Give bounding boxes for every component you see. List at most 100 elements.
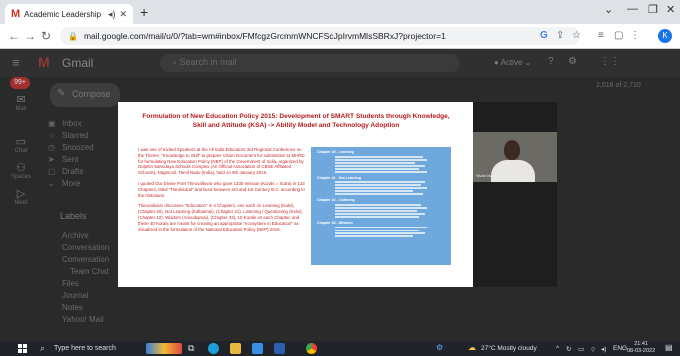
tab-search-chevron-icon[interactable]: ⌄ xyxy=(604,3,613,16)
side-panel-icon[interactable]: ▢ xyxy=(614,30,623,41)
label-item[interactable]: Conversation xyxy=(62,243,109,252)
task-view-icon[interactable]: ⧉ xyxy=(188,343,194,354)
label-text: Conversation xyxy=(62,255,110,264)
word-app-icon[interactable] xyxy=(274,343,285,354)
rail-label: Mail xyxy=(15,106,27,112)
news-widget-icon[interactable] xyxy=(146,343,182,354)
label-text: Notes xyxy=(62,303,83,312)
browser-tab-bar: M Academic Leadership 5.0 Ai ◂) ✕ + ⌄ — … xyxy=(0,0,680,24)
chrome-browser-icon[interactable] xyxy=(306,343,317,354)
label-item[interactable]: Notes xyxy=(62,303,83,312)
folder-inbox[interactable]: ▣ Inbox xyxy=(48,119,82,128)
file-explorer-icon[interactable] xyxy=(230,343,241,354)
kural-line xyxy=(335,184,421,187)
main-menu-icon[interactable]: ≡ xyxy=(12,55,20,70)
kural-line xyxy=(335,170,427,173)
compose-label: Compose xyxy=(72,89,111,99)
notifications-icon[interactable]: ▤ xyxy=(665,343,673,352)
folder-sent[interactable]: ➤ Sent xyxy=(48,155,79,164)
gmail-search-placeholder: Search in mail xyxy=(179,57,237,67)
folder-snoozed[interactable]: ◷ Snoozed xyxy=(48,143,94,152)
kural-heading: Chapter 41 - Not Learning xyxy=(317,175,361,180)
address-bar[interactable]: 🔒 mail.google.com/mail/u/0/?tab=wm#inbox… xyxy=(60,27,580,45)
edge-browser-icon[interactable] xyxy=(208,343,219,354)
rail-spaces[interactable]: ⚇ Spaces xyxy=(6,161,36,180)
chevron-down-icon: ⌄ xyxy=(48,179,55,188)
audio-playing-icon[interactable]: ◂) xyxy=(108,9,116,20)
label-item[interactable]: Files xyxy=(62,279,79,288)
folder-more[interactable]: ⌄ More xyxy=(48,179,80,188)
gmail-nav-rail: ✉ Mail ▭ Chat ⚇ Spaces ▷ Meet xyxy=(0,77,44,341)
bookmark-star-icon[interactable]: ☆ xyxy=(572,30,581,41)
status-active[interactable]: ● Active ⌄ xyxy=(494,58,531,67)
volume-icon[interactable]: ◂) xyxy=(601,345,606,353)
tab-gmail[interactable]: M Academic Leadership 5.0 Ai ◂) ✕ xyxy=(5,4,133,24)
tray-chevron-up-icon[interactable]: ^ xyxy=(556,345,559,352)
gmail-logo-icon: M xyxy=(38,54,50,70)
settings-gear-icon[interactable]: ⚙ xyxy=(568,56,577,67)
close-tab-icon[interactable]: ✕ xyxy=(119,9,127,20)
label-item[interactable]: Journal xyxy=(62,291,88,300)
send-icon: ➤ xyxy=(48,155,55,164)
kural-heading: Chapter 42 - Listening xyxy=(317,198,355,203)
back-icon[interactable]: ← xyxy=(8,29,20,43)
windows-start-icon[interactable] xyxy=(18,344,27,353)
extensions-icon[interactable]: ≡ xyxy=(598,30,604,41)
compose-button[interactable]: ✎ Compose xyxy=(50,83,120,107)
google-lens-icon[interactable]: G xyxy=(540,30,548,41)
maximize-icon[interactable]: ❐ xyxy=(648,3,658,16)
apps-grid-icon[interactable]: ⋮⋮ xyxy=(600,56,620,67)
minimize-icon[interactable]: — xyxy=(627,3,638,15)
taskbar-search[interactable]: ⌕ Type here to search xyxy=(36,342,134,355)
rail-mail[interactable]: ✉ Mail xyxy=(6,93,36,112)
star-icon: ☆ xyxy=(48,131,56,140)
kural-line xyxy=(335,190,413,193)
wifi-icon[interactable]: ⌔ xyxy=(590,345,596,354)
draft-icon: ▢ xyxy=(48,167,56,176)
pagination-count: 2,016 of 2,710 xyxy=(596,82,641,89)
folder-starred[interactable]: ☆ Starred xyxy=(48,131,88,140)
search-icon: ⌕ xyxy=(172,57,180,67)
gmail-search-input[interactable]: ⌕ Search in mail xyxy=(160,54,460,72)
kural-line xyxy=(335,181,425,184)
kural-line xyxy=(335,229,419,232)
windows-taskbar: ⌕ Type here to search ⧉ ⚙ ☁ 27°C Mostly … xyxy=(0,341,680,356)
label-item[interactable]: Archive xyxy=(62,231,89,240)
rail-meet[interactable]: ▷ Meet xyxy=(6,187,36,206)
reading-list-icon[interactable]: ⋮ xyxy=(630,30,640,41)
gmail-header: ≡ M Gmail ⌕ Search in mail ● Active ⌄ ? … xyxy=(0,49,680,77)
close-window-icon[interactable]: ✕ xyxy=(666,3,675,16)
help-icon[interactable]: ? xyxy=(548,56,554,67)
language-indicator[interactable]: ENG xyxy=(613,345,627,352)
reload-icon[interactable]: ↻ xyxy=(41,29,51,43)
label-item[interactable]: Team Chat xyxy=(70,267,109,276)
kural-line xyxy=(335,235,413,238)
profile-avatar[interactable]: K xyxy=(658,29,672,43)
mail-app-icon[interactable] xyxy=(252,343,263,354)
forward-icon[interactable]: → xyxy=(24,29,36,43)
weather-text[interactable]: 27°C Mostly cloudy xyxy=(481,345,537,352)
kural-line xyxy=(335,164,425,167)
rail-chat[interactable]: ▭ Chat xyxy=(6,135,36,154)
unread-badge: 99+ xyxy=(10,77,30,89)
clock-time: 21:41 xyxy=(634,341,648,347)
speaker-video-panel[interactable]: Sivan Nataraja Manjelly xyxy=(473,102,557,287)
taskbar-clock[interactable]: 21:41 08-03-2022 xyxy=(627,341,655,355)
network-app-icon[interactable]: ⚙ xyxy=(436,343,443,352)
share-icon[interactable]: ⇪ xyxy=(556,30,564,41)
label-item[interactable]: Conversation xyxy=(62,255,109,264)
kural-line xyxy=(335,187,427,190)
battery-icon[interactable]: ▭ xyxy=(578,345,584,353)
folder-drafts[interactable]: ▢ Drafts xyxy=(48,167,83,176)
sync-icon[interactable]: ↻ xyxy=(566,345,571,353)
kural-block: Chapter 43 - Wisdom xyxy=(317,221,445,238)
folder-label: Snoozed xyxy=(62,143,94,152)
folder-label: Sent xyxy=(62,155,79,164)
pencil-icon: ✎ xyxy=(57,88,66,99)
label-item[interactable]: Yahoo! Mail xyxy=(62,315,104,324)
folder-label: Inbox xyxy=(62,119,82,128)
presentation-slide[interactable]: Formulation of New Education Policy 2015… xyxy=(118,102,473,287)
new-tab-button[interactable]: + xyxy=(140,4,148,20)
mail-icon: ✉ xyxy=(16,94,26,106)
lock-icon: 🔒 xyxy=(68,31,78,41)
